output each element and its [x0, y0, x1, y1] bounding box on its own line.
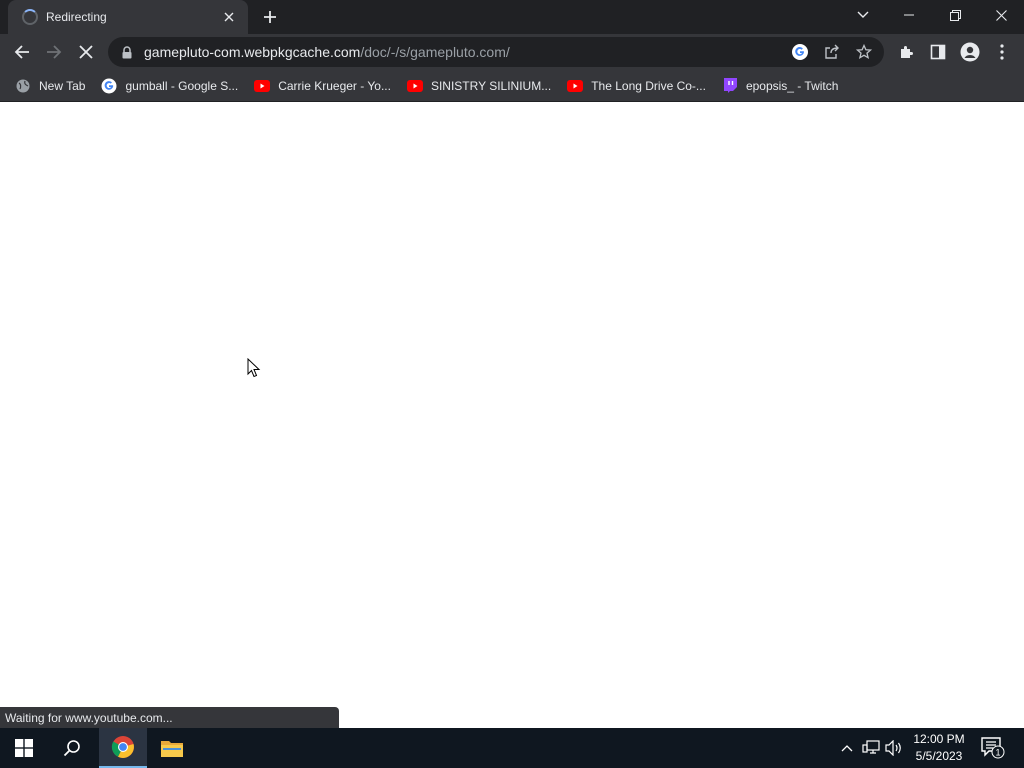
- youtube-icon: [254, 78, 271, 94]
- windows-taskbar: 12:00 PM 5/5/2023 1: [0, 728, 1024, 768]
- bookmarks-bar: New Tab gumball - Google S... Carrie Kru…: [0, 70, 1024, 102]
- chrome-icon: [111, 736, 134, 758]
- forward-button[interactable]: [38, 36, 70, 68]
- url-path: /doc/-/s/gamepluto.com/: [360, 44, 510, 60]
- globe-icon: [15, 78, 31, 94]
- window-controls: [886, 0, 1024, 30]
- status-bubble: Waiting for www.youtube.com...: [0, 707, 339, 728]
- start-button[interactable]: [0, 728, 48, 768]
- twitch-icon: [722, 78, 738, 94]
- bookmark-star-icon[interactable]: [850, 40, 878, 64]
- extensions-icon[interactable]: [890, 36, 922, 68]
- profile-icon[interactable]: [954, 36, 986, 68]
- show-hidden-icons-chevron-icon[interactable]: [838, 728, 856, 768]
- taskbar-clock[interactable]: 12:00 PM 5/5/2023: [906, 730, 972, 766]
- browser-toolbar: gamepluto-com.webpkgcache.com/doc/-/s/ga…: [0, 34, 1024, 70]
- page-content[interactable]: Waiting for www.youtube.com...: [0, 102, 1024, 728]
- folder-icon: [161, 741, 183, 757]
- bookmark-label: SINISTRY SILINIUM...: [430, 78, 552, 93]
- bookmark-sinistry-silinium[interactable]: SINISTRY SILINIUM...: [400, 73, 558, 99]
- stop-loading-button[interactable]: [70, 36, 102, 68]
- url-text[interactable]: gamepluto-com.webpkgcache.com/doc/-/s/ga…: [144, 44, 510, 60]
- bookmark-the-long-drive[interactable]: The Long Drive Co-...: [560, 73, 713, 99]
- address-bar[interactable]: gamepluto-com.webpkgcache.com/doc/-/s/ga…: [108, 37, 884, 67]
- tab-title: Redirecting: [46, 10, 107, 24]
- bookmark-carrie-krueger[interactable]: Carrie Krueger - Yo...: [247, 73, 398, 99]
- notifications-icon: 1: [981, 737, 1005, 759]
- bookmark-label: New Tab: [39, 78, 86, 93]
- clock-time: 12:00 PM: [913, 732, 965, 746]
- volume-icon[interactable]: [884, 728, 904, 768]
- close-tab-icon[interactable]: [220, 8, 238, 26]
- clock-date: 5/5/2023: [915, 749, 963, 763]
- tab-search-chevron-icon[interactable]: [850, 4, 876, 26]
- tab-strip: Redirecting: [0, 0, 1024, 34]
- google-lens-icon[interactable]: [786, 40, 814, 64]
- youtube-icon: [406, 78, 423, 94]
- bookmark-epopsis-twitch[interactable]: epopsis_ - Twitch: [715, 73, 846, 99]
- tab-redirecting[interactable]: Redirecting: [8, 0, 248, 34]
- back-button[interactable]: [6, 36, 38, 68]
- bookmark-label: epopsis_ - Twitch: [745, 78, 839, 93]
- menu-kebab-icon[interactable]: [986, 36, 1018, 68]
- taskbar-chrome[interactable]: [99, 728, 147, 768]
- taskbar-file-explorer[interactable]: [148, 728, 196, 768]
- mouse-cursor-icon: [247, 357, 261, 381]
- lock-icon[interactable]: [120, 44, 134, 60]
- minimize-button[interactable]: [886, 0, 932, 30]
- bookmark-label: gumball - Google S...: [125, 78, 239, 93]
- google-icon: [101, 78, 117, 94]
- share-icon[interactable]: [818, 40, 846, 64]
- bookmark-label: The Long Drive Co-...: [591, 78, 706, 93]
- omnibox-actions: [786, 40, 878, 64]
- close-window-button[interactable]: [978, 0, 1024, 30]
- notification-count: 1: [995, 748, 1000, 758]
- network-icon[interactable]: [860, 728, 882, 768]
- restore-button[interactable]: [932, 0, 978, 30]
- action-center-button[interactable]: 1: [980, 728, 1006, 768]
- bookmark-label: Carrie Krueger - Yo...: [278, 78, 391, 93]
- bookmark-gumball-google[interactable]: gumball - Google S...: [94, 73, 245, 99]
- new-tab-button[interactable]: [258, 5, 282, 29]
- url-host: gamepluto-com.webpkgcache.com: [144, 44, 361, 60]
- search-button[interactable]: [48, 728, 96, 768]
- side-panel-icon[interactable]: [922, 36, 954, 68]
- loading-spinner-icon: [22, 9, 38, 25]
- youtube-icon: [567, 78, 584, 94]
- search-icon: [63, 740, 80, 757]
- windows-logo-icon: [15, 739, 33, 757]
- bookmark-new-tab[interactable]: New Tab: [8, 73, 92, 99]
